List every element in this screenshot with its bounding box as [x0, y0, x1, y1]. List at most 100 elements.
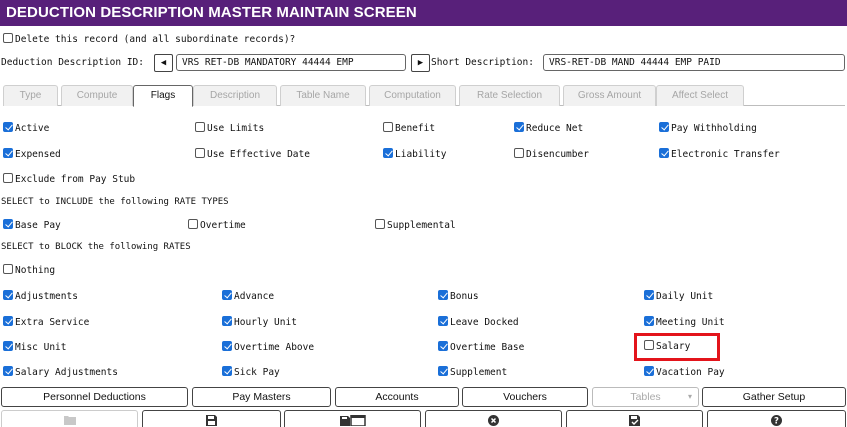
save-as-new-button[interactable]: [284, 410, 421, 427]
block-extra-service[interactable]: Extra Service: [3, 316, 89, 328]
vouchers-button[interactable]: Vouchers: [462, 387, 588, 407]
flag-electronic-transfer[interactable]: Electronic Transfer: [659, 148, 780, 160]
save-window-icon: [339, 415, 366, 426]
tab-affect-select[interactable]: Affect Select: [656, 85, 744, 106]
checkbox-checked[interactable]: [3, 366, 13, 376]
help-button[interactable]: ?: [707, 410, 846, 427]
checkbox-checked[interactable]: [644, 316, 654, 326]
flag-expensed[interactable]: Expensed: [3, 148, 61, 160]
checkbox-unchecked[interactable]: [188, 219, 198, 229]
checkbox-checked[interactable]: [222, 290, 232, 300]
checkbox-checked[interactable]: [222, 341, 232, 351]
block-daily-unit[interactable]: Daily Unit: [644, 290, 713, 302]
checkbox-unchecked[interactable]: [514, 148, 524, 158]
checkbox-checked[interactable]: [383, 148, 393, 158]
flag-use-limits[interactable]: Use Limits: [195, 122, 264, 134]
next-record-button[interactable]: ▶: [411, 54, 430, 72]
checkbox-checked[interactable]: [3, 122, 13, 132]
save-confirm-button[interactable]: [566, 410, 703, 427]
block-sick-pay[interactable]: Sick Pay: [222, 366, 280, 378]
block-salary-adjustments[interactable]: Salary Adjustments: [3, 366, 118, 378]
flag-exclude-pay-stub[interactable]: Exclude from Pay Stub: [3, 173, 135, 185]
flag-reduce-net[interactable]: Reduce Net: [514, 122, 583, 134]
tab-compute[interactable]: Compute: [61, 85, 133, 106]
tab-rate-selection[interactable]: Rate Selection: [459, 85, 560, 106]
flag-expensed-label: Expensed: [15, 149, 61, 160]
block-nothing[interactable]: Nothing: [3, 264, 55, 276]
flag-use-effective-date[interactable]: Use Effective Date: [195, 148, 310, 160]
accounts-button[interactable]: Accounts: [335, 387, 459, 407]
checkbox-unchecked[interactable]: [3, 173, 13, 183]
block-vacation-pay[interactable]: Vacation Pay: [644, 366, 725, 378]
flag-pay-withholding-label: Pay Withholding: [671, 123, 757, 134]
flag-active[interactable]: Active: [3, 122, 49, 134]
block-supplement-label: Supplement: [450, 367, 508, 378]
checkbox-checked[interactable]: [3, 341, 13, 351]
tab-type[interactable]: Type: [3, 85, 58, 106]
include-supplemental[interactable]: Supplemental: [375, 219, 456, 231]
block-overtime-base-label: Overtime Base: [450, 342, 525, 353]
flag-reduce-net-label: Reduce Net: [526, 123, 584, 134]
block-supplement[interactable]: Supplement: [438, 366, 507, 378]
checkbox-checked[interactable]: [644, 366, 654, 376]
checkbox-checked[interactable]: [3, 148, 13, 158]
checkbox-unchecked[interactable]: [375, 219, 385, 229]
checkbox-checked[interactable]: [3, 290, 13, 300]
pay-masters-button[interactable]: Pay Masters: [192, 387, 331, 407]
checkbox-checked[interactable]: [438, 290, 448, 300]
flag-active-label: Active: [15, 123, 50, 134]
block-misc-unit[interactable]: Misc Unit: [3, 341, 66, 353]
checkbox-checked[interactable]: [222, 366, 232, 376]
help-icon: ?: [771, 415, 782, 426]
block-overtime-above[interactable]: Overtime Above: [222, 341, 314, 353]
checkbox-unchecked[interactable]: [195, 148, 205, 158]
checkbox-checked[interactable]: [438, 341, 448, 351]
block-adjustments[interactable]: Adjustments: [3, 290, 78, 302]
checkbox-checked[interactable]: [438, 366, 448, 376]
tab-description[interactable]: Description: [193, 85, 277, 106]
block-bonus[interactable]: Bonus: [438, 290, 479, 302]
checkbox-checked[interactable]: [438, 316, 448, 326]
flag-disencumber[interactable]: Disencumber: [514, 148, 589, 160]
block-leave-docked[interactable]: Leave Docked: [438, 316, 519, 328]
checkbox-checked[interactable]: [644, 290, 654, 300]
tables-dropdown-label: Tables: [630, 391, 661, 403]
tab-computation[interactable]: Computation: [369, 85, 456, 106]
checkbox-checked[interactable]: [659, 122, 669, 132]
delete-button[interactable]: [425, 410, 562, 427]
include-base-pay[interactable]: Base Pay: [3, 219, 61, 231]
delete-record-checkbox[interactable]: [3, 33, 13, 43]
checkbox-checked[interactable]: [3, 316, 13, 326]
personnel-deductions-button[interactable]: Personnel Deductions: [1, 387, 188, 407]
checkbox-checked[interactable]: [514, 122, 524, 132]
block-meeting-unit[interactable]: Meeting Unit: [644, 316, 725, 328]
save-button[interactable]: [142, 410, 281, 427]
checkbox-unchecked[interactable]: [383, 122, 393, 132]
include-overtime[interactable]: Overtime: [188, 219, 246, 231]
block-vacation-pay-label: Vacation Pay: [656, 367, 725, 378]
tab-gross-amount[interactable]: Gross Amount: [563, 85, 656, 106]
checkbox-unchecked[interactable]: [3, 264, 13, 274]
short-description-field[interactable]: VRS-RET-DB MAND 44444 EMP PAID: [543, 54, 845, 71]
block-overtime-base[interactable]: Overtime Base: [438, 341, 524, 353]
checkbox-checked[interactable]: [3, 219, 13, 229]
flag-liability[interactable]: Liability: [383, 148, 446, 160]
open-folder-button[interactable]: [1, 410, 138, 427]
checkbox-checked[interactable]: [659, 148, 669, 158]
arrow-right-icon: ▶: [417, 58, 424, 68]
block-hourly-unit[interactable]: Hourly Unit: [222, 316, 297, 328]
short-description-label: Short Description:: [431, 57, 534, 68]
tables-dropdown[interactable]: Tables ▾: [592, 387, 699, 407]
block-advance[interactable]: Advance: [222, 290, 274, 302]
checkbox-unchecked[interactable]: [195, 122, 205, 132]
delete-record-option[interactable]: Delete this record (and all subordinate …: [3, 33, 295, 45]
tab-flags[interactable]: Flags: [133, 85, 193, 107]
flag-benefit[interactable]: Benefit: [383, 122, 435, 134]
flag-exclude-pay-stub-label: Exclude from Pay Stub: [15, 174, 136, 185]
flag-pay-withholding[interactable]: Pay Withholding: [659, 122, 757, 134]
tab-table-name[interactable]: Table Name: [280, 85, 366, 106]
deduction-id-field[interactable]: VRS RET-DB MANDATORY 44444 EMP: [176, 54, 406, 71]
checkbox-checked[interactable]: [222, 316, 232, 326]
gather-setup-button[interactable]: Gather Setup: [702, 387, 846, 407]
previous-record-button[interactable]: ◀: [154, 54, 173, 72]
